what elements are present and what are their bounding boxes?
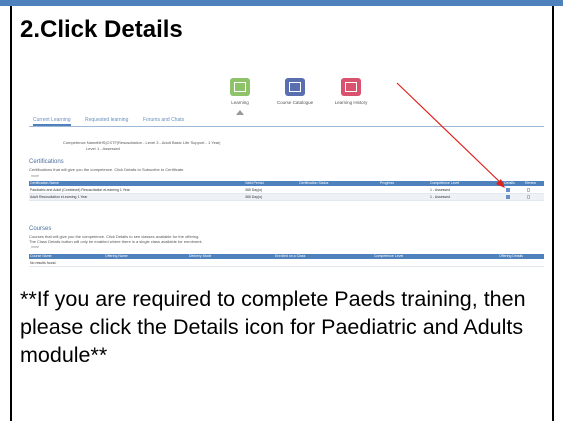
top-border [0, 0, 563, 6]
red-arrow-annotation [396, 82, 505, 188]
instruction-note: **If you are required to complete Paeds … [20, 287, 526, 367]
embedded-screenshot: Learning Course Catalogue Learning Histo… [27, 70, 546, 275]
frame-right-border [552, 6, 554, 421]
frame-left-border [10, 6, 12, 421]
step-heading: 2.Click Details [20, 16, 183, 43]
